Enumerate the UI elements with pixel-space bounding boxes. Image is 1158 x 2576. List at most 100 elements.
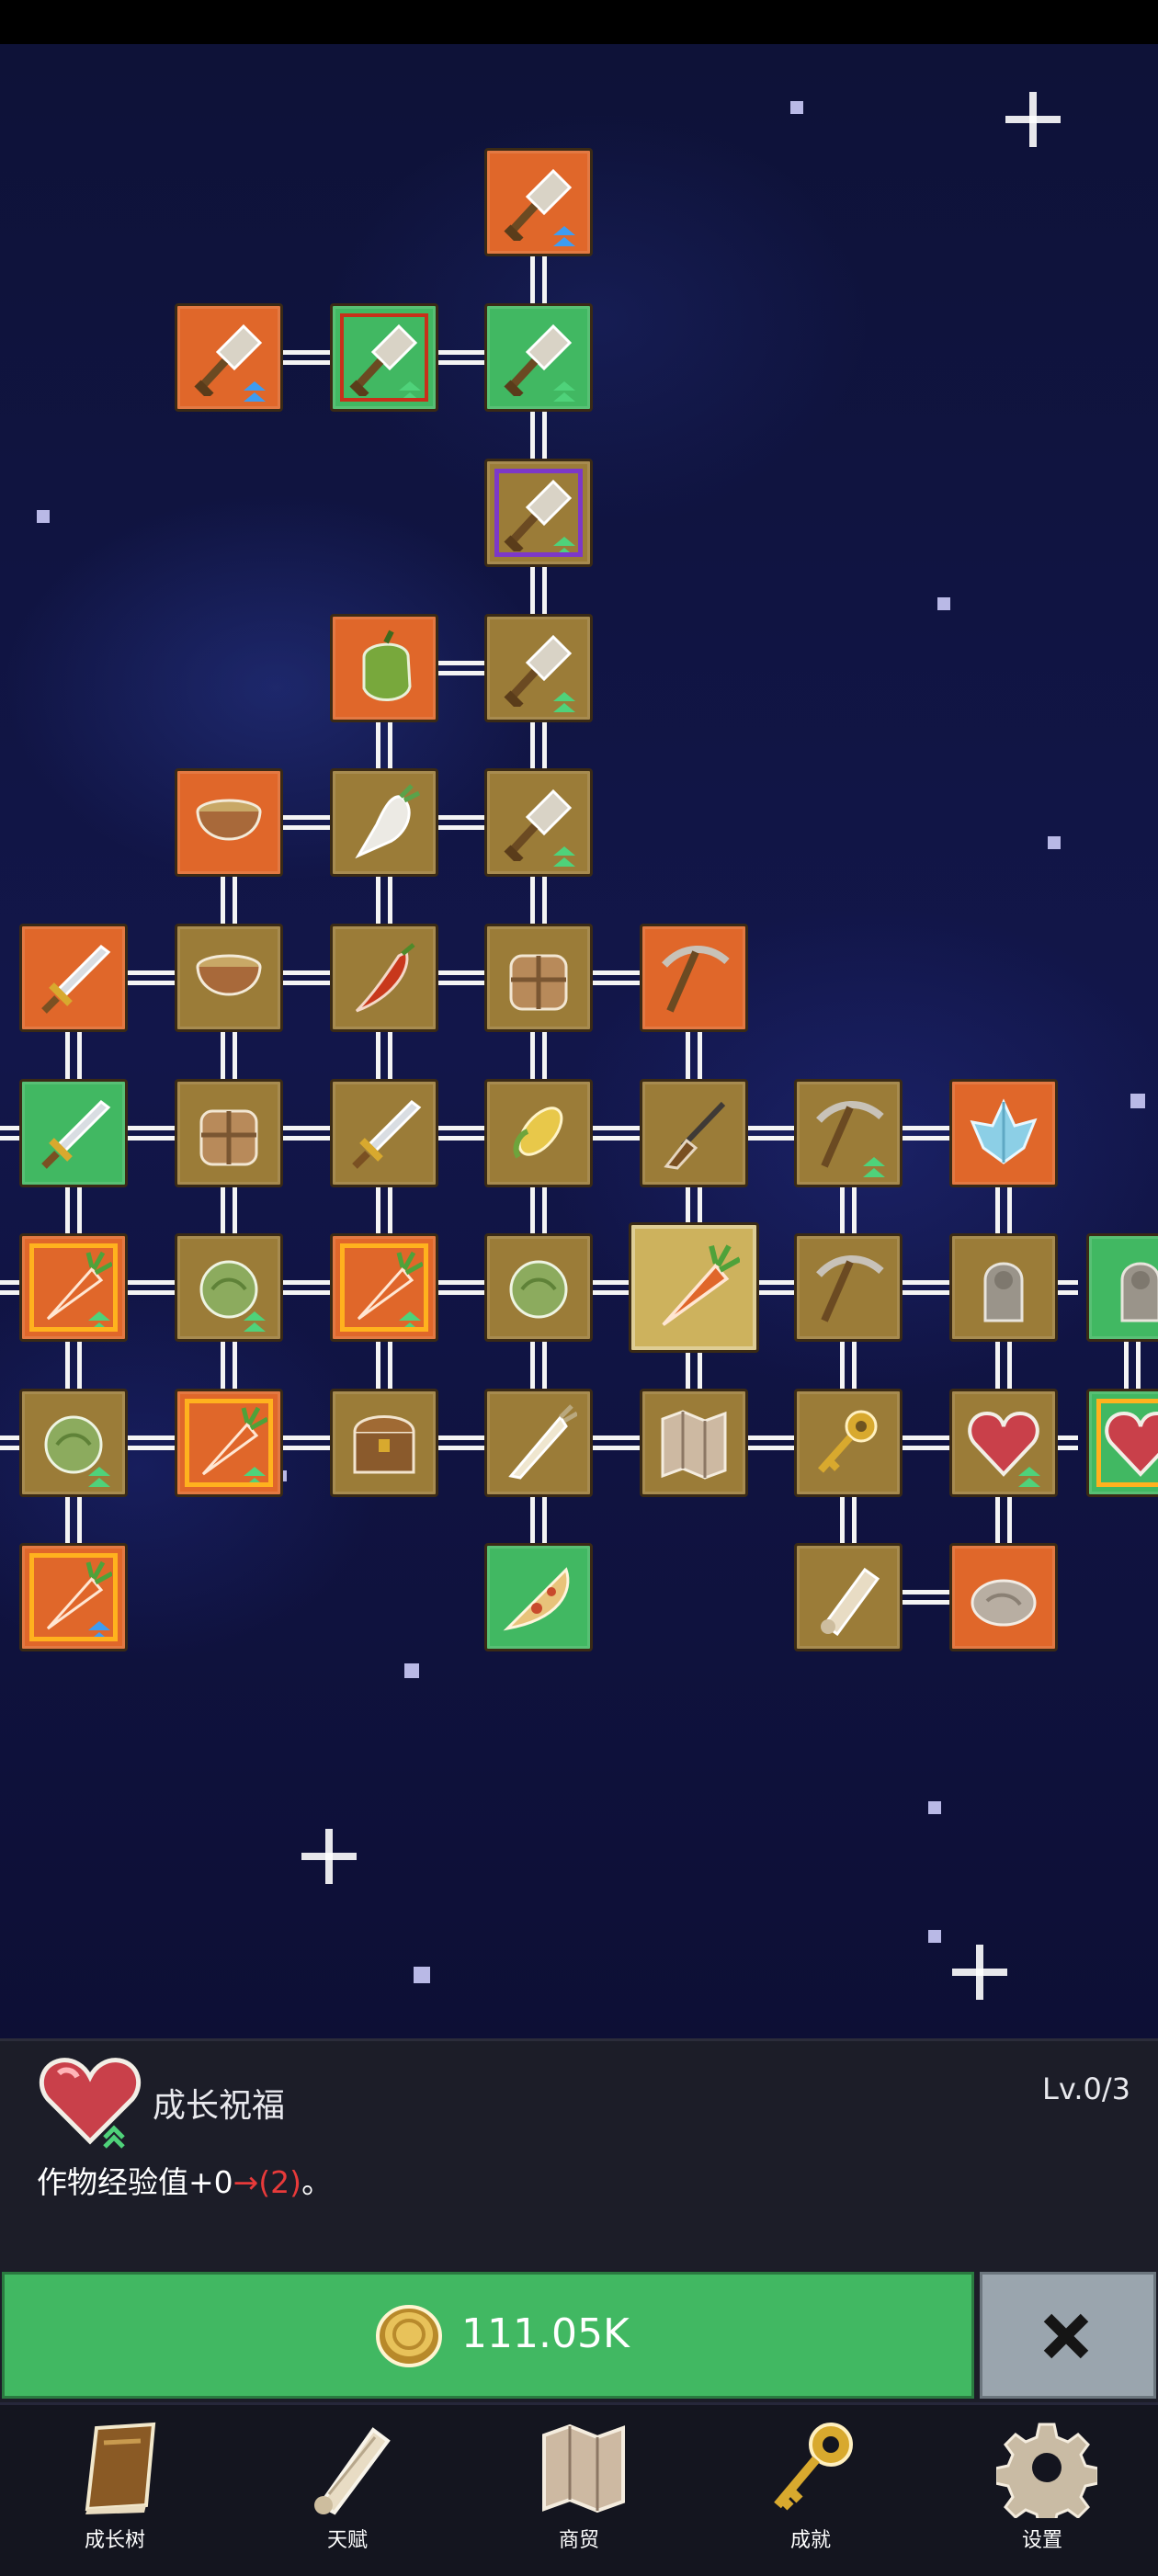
nav-talent[interactable]: 天赋 (265, 2417, 430, 2555)
skill-node[interactable] (175, 1389, 283, 1497)
skill-node[interactable] (484, 614, 593, 722)
upgrade-chevron-icon (88, 1467, 114, 1487)
tree-connector (376, 877, 392, 924)
upgrade-chevron-icon (553, 226, 579, 246)
tree-connector (903, 1590, 949, 1605)
skill-node[interactable] (949, 1389, 1058, 1497)
rifle-icon (664, 1101, 726, 1170)
key-icon (774, 2423, 853, 2511)
tree-connector (1058, 1436, 1078, 1450)
tree-connector (593, 1126, 640, 1140)
skill-node[interactable] (794, 1079, 903, 1187)
skill-node[interactable] (19, 924, 128, 1032)
skill-node[interactable] (175, 303, 283, 412)
skill-node[interactable] (640, 1389, 748, 1497)
star (928, 1801, 941, 1814)
sword-icon (41, 945, 111, 1014)
statue-icon (1120, 1262, 1158, 1322)
skill-node[interactable] (484, 924, 593, 1032)
carrot-icon (201, 1406, 267, 1476)
upgrade-chevron-icon (553, 381, 579, 402)
nav-settings[interactable]: 设置 (959, 2417, 1125, 2555)
tree-connector (221, 1342, 237, 1389)
tree-connector (283, 970, 330, 985)
skill-node[interactable] (330, 924, 438, 1032)
upgrade-chevron-icon (244, 1311, 269, 1332)
tree-connector (530, 256, 547, 303)
skill-desc-prefix: 作物经验值+0 (37, 2164, 233, 2200)
skill-node[interactable] (484, 1389, 593, 1497)
tree-connector (128, 1126, 175, 1140)
skill-node[interactable] (949, 1233, 1058, 1342)
skill-node[interactable] (484, 1233, 593, 1342)
skill-node[interactable] (794, 1543, 903, 1651)
skill-node[interactable] (175, 1233, 283, 1342)
tree-connector (748, 1126, 794, 1140)
skill-node[interactable] (330, 303, 438, 412)
skill-node[interactable] (484, 148, 593, 256)
skill-node[interactable] (794, 1389, 903, 1497)
skill-node[interactable] (629, 1222, 759, 1353)
tree-connector (283, 815, 330, 830)
skill-node[interactable] (330, 614, 438, 722)
skill-node[interactable] (175, 1079, 283, 1187)
tree-connector (530, 1497, 547, 1543)
skill-node[interactable] (484, 1543, 593, 1651)
skill-node[interactable] (19, 1389, 128, 1497)
upgrade-chevron-icon (399, 1311, 425, 1332)
nav-growth-tree[interactable]: 成长树 (32, 2417, 198, 2555)
tree-connector (530, 412, 547, 459)
sword-icon (41, 1100, 111, 1169)
tree-connector (283, 350, 330, 365)
skill-node[interactable] (640, 1079, 748, 1187)
skill-node[interactable] (175, 924, 283, 1032)
key-icon (818, 1410, 878, 1473)
skill-node[interactable] (484, 1079, 593, 1187)
tree-connector (0, 1280, 19, 1295)
skill-node[interactable] (330, 768, 438, 877)
tree-connector (438, 1126, 484, 1140)
skill-node[interactable] (330, 1233, 438, 1342)
skill-node[interactable] (175, 768, 283, 877)
tree-connector (438, 350, 484, 365)
skill-node[interactable] (640, 924, 748, 1032)
nav-trade[interactable]: 商贸 (496, 2417, 662, 2555)
skill-node[interactable] (19, 1543, 128, 1651)
skill-node[interactable] (794, 1233, 903, 1342)
upgrade-chevron-icon (553, 692, 579, 712)
scroll-icon (821, 1567, 880, 1636)
skill-node[interactable] (1086, 1233, 1158, 1342)
tree-connector (0, 1126, 19, 1140)
tree-connector (376, 1342, 392, 1389)
star (790, 101, 803, 114)
skill-node[interactable] (949, 1543, 1058, 1651)
shovel-icon (349, 323, 418, 396)
tree-connector (995, 1187, 1012, 1233)
skill-node[interactable] (484, 303, 593, 412)
parsnip-icon (508, 1404, 577, 1480)
skill-node[interactable] (949, 1079, 1058, 1187)
tree-connector (686, 1032, 702, 1079)
nav-achievement[interactable]: 成就 (728, 2417, 893, 2555)
carrot-icon (46, 1560, 112, 1630)
radish-icon (355, 784, 421, 859)
tree-connector (65, 1342, 82, 1389)
nav-talent-label: 天赋 (326, 2529, 368, 2552)
skill-node[interactable] (330, 1079, 438, 1187)
skill-node[interactable] (484, 768, 593, 877)
upgrade-cost: 111.05K (461, 2310, 630, 2357)
skill-node[interactable] (1086, 1389, 1158, 1497)
skill-node[interactable] (484, 459, 593, 567)
crystal-icon (970, 1098, 1038, 1164)
skill-node[interactable] (19, 1233, 128, 1342)
tree-connector (128, 970, 175, 985)
tree-connector (65, 1187, 82, 1233)
close-x-icon (1043, 2313, 1089, 2359)
tree-connector (1058, 1280, 1078, 1295)
skill-node[interactable] (330, 1389, 438, 1497)
skill-description: 作物经验值+0→(2)。 (37, 2158, 332, 2202)
bowl-icon (196, 799, 262, 841)
skill-node[interactable] (19, 1079, 128, 1187)
tree-connector (530, 1342, 547, 1389)
tree-connector (903, 1436, 949, 1450)
